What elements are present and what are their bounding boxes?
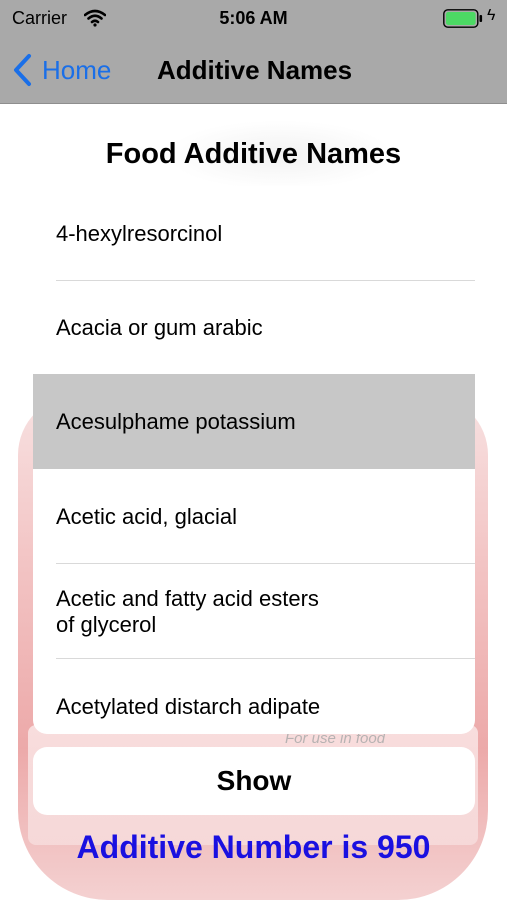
picker-row[interactable]: Acetic acid, glacial <box>33 469 475 564</box>
back-button[interactable]: Home <box>12 52 111 88</box>
status-bar: Carrier 5:06 AM ϟ <box>0 0 507 38</box>
picker-row-label: Acetic and fatty acid esters of glycerol <box>56 585 319 637</box>
picker-row-selected[interactable]: Acesulphame potassium <box>33 374 475 469</box>
battery-icon <box>443 9 483 28</box>
picker-row-label: Acetylated distarch adipate <box>56 693 321 719</box>
clock-time: 5:06 AM <box>219 8 288 28</box>
show-button[interactable]: Show <box>33 747 475 815</box>
back-button-label: Home <box>42 54 112 85</box>
chevron-left-icon <box>14 54 31 86</box>
additive-picker[interactable]: 4-hexylresorcinol Acacia or gum arabic A… <box>33 186 475 734</box>
picker-row[interactable]: Acacia or gum arabic <box>33 280 475 375</box>
picker-row-label: Acesulphame potassium <box>56 408 296 434</box>
page-title: Food Additive Names <box>105 138 402 170</box>
picker-row-label: 4-hexylresorcinol <box>56 220 223 246</box>
picker-row-label: Acacia or gum arabic <box>56 314 263 340</box>
additive-number-result: Additive Number is 950 <box>76 829 431 865</box>
picker-row[interactable]: Acetic and fatty acid esters of glycerol <box>33 564 475 659</box>
picker-row[interactable]: 4-hexylresorcinol <box>33 186 475 281</box>
picker-row[interactable]: Acetylated distarch adipate <box>33 659 475 734</box>
charging-bolt-icon: ϟ <box>487 7 496 24</box>
nav-title: Additive Names <box>157 55 353 85</box>
picker-row-label: Acetic acid, glacial <box>56 503 237 529</box>
navigation-bar: Home Additive Names <box>0 38 507 104</box>
